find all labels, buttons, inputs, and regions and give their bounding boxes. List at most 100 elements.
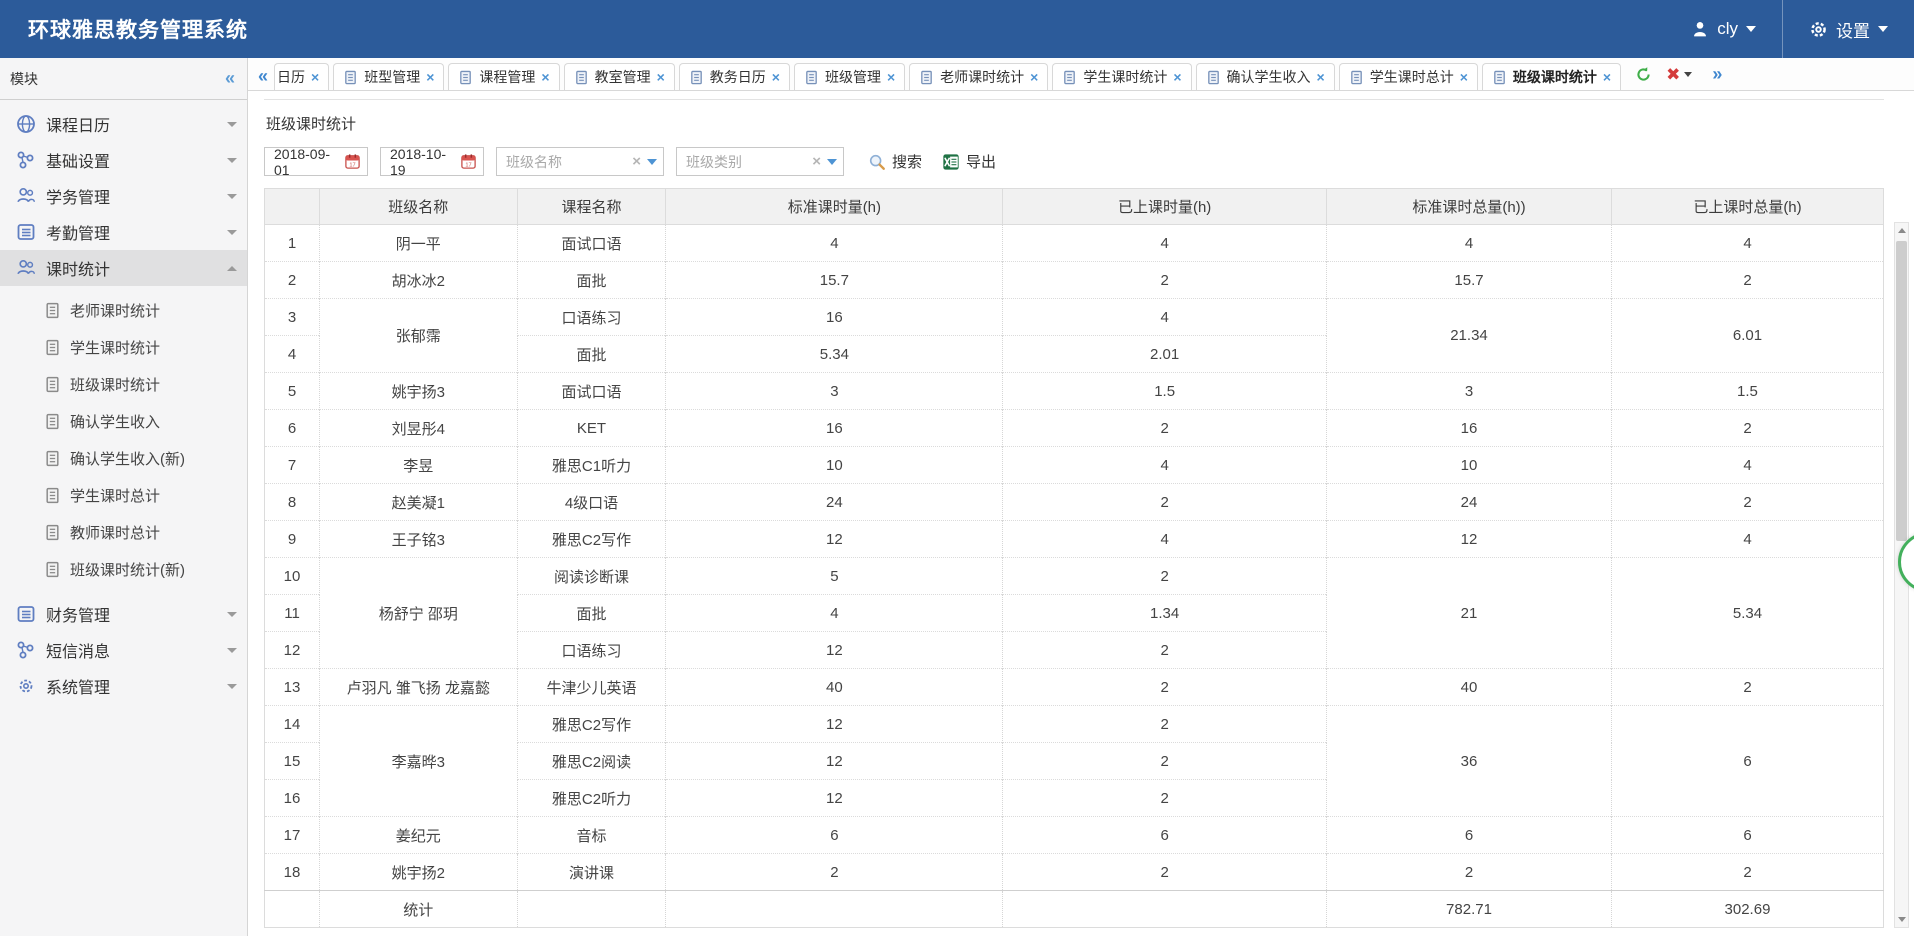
cell-done-total: 6 (1611, 706, 1883, 817)
sidebar-item-hours-statistics[interactable]: 课时统计 (0, 250, 247, 286)
sidebar-item-basic-settings[interactable]: 基础设置 (0, 142, 247, 178)
tab-academic-calendar[interactable]: 教务日历 × (679, 63, 790, 90)
tab-calendar-partial[interactable]: 日历 × (274, 63, 329, 90)
cell-std-hours: 12 (666, 743, 1003, 780)
clear-icon[interactable]: × (632, 153, 641, 170)
sidebar-item-course-calendar[interactable]: 课程日历 (0, 106, 247, 142)
user-menu[interactable]: cly (1665, 0, 1782, 58)
document-icon (1206, 70, 1221, 85)
cell-course: 4级口语 (517, 484, 666, 521)
tab-student-hours[interactable]: 学生课时统计 × (1052, 63, 1191, 90)
close-icon[interactable]: × (772, 70, 780, 84)
close-icon[interactable]: × (887, 70, 895, 84)
cell-std-total: 40 (1327, 669, 1612, 706)
close-icon[interactable]: × (1030, 70, 1038, 84)
cell-course: 雅思C1听力 (517, 447, 666, 484)
clear-icon[interactable]: × (812, 153, 821, 170)
search-label: 搜索 (892, 151, 922, 172)
cell-num: 17 (265, 817, 320, 854)
sidebar-subitem-student-hours-total[interactable]: 学生课时总计 (0, 477, 247, 514)
close-icon[interactable]: × (426, 70, 434, 84)
cell-std-hours: 16 (666, 299, 1003, 336)
sidebar-subitem-confirm-income-new[interactable]: 确认学生收入(新) (0, 440, 247, 477)
table-row: 7 李昱 雅思C1听力 10 4 10 4 (265, 447, 1884, 484)
cell-course: 面试口语 (517, 225, 666, 262)
close-icon[interactable]: × (311, 70, 319, 84)
sidebar-item-label: 课时统计 (46, 256, 110, 280)
date-from-input[interactable]: 2018-09-01 17 (264, 147, 368, 176)
close-icon[interactable]: × (1173, 70, 1181, 84)
date-to-input[interactable]: 2018-10-19 17 (380, 147, 484, 176)
refresh-icon[interactable] (1635, 66, 1652, 83)
chevron-down-icon (227, 194, 237, 199)
document-icon (919, 70, 934, 85)
close-all-tabs-button[interactable]: ✖ (1666, 66, 1692, 83)
cell-std-total: 12 (1327, 521, 1612, 558)
search-button[interactable]: 搜索 (864, 151, 926, 172)
settings-menu[interactable]: 设置 (1783, 0, 1914, 58)
close-icon[interactable]: × (1460, 70, 1468, 84)
tab-confirm-income[interactable]: 确认学生收入 × (1196, 63, 1335, 90)
cell-num: 2 (265, 262, 320, 299)
chevron-down-icon (227, 684, 237, 689)
calendar-icon[interactable]: 17 (344, 153, 361, 170)
table-row: 2 胡冰冰2 面批 15.7 2 15.7 2 (265, 262, 1884, 299)
tab-student-hours-total[interactable]: 学生课时总计 × (1339, 63, 1478, 90)
sidebar-item-system[interactable]: 系统管理 (0, 668, 247, 704)
tab-class-mgmt[interactable]: 班级管理 × (794, 63, 905, 90)
close-icon[interactable]: × (657, 70, 665, 84)
sidebar-title: 模块 (10, 69, 38, 89)
close-icon[interactable]: × (541, 70, 549, 84)
tab-course-mgmt[interactable]: 课程管理 × (448, 63, 559, 90)
chevron-down-icon[interactable] (827, 159, 837, 165)
class-type-combobox[interactable]: 班级类别 × (676, 147, 844, 176)
app-window: 环球雅思教务管理系统 cly 设置 模块 « (0, 0, 1914, 936)
sidebar: 模块 « 课程日历 基础设置 学务管理 (0, 58, 248, 936)
table-row: 1 阴一平 面试口语 4 4 4 4 (265, 225, 1884, 262)
tab-classroom-mgmt[interactable]: 教室管理 × (564, 63, 675, 90)
class-name-placeholder: 班级名称 (506, 152, 562, 172)
sidebar-submenu: 老师课时统计 学生课时统计 班级课时统计 确认学生收入 (0, 286, 247, 596)
sidebar-item-attendance[interactable]: 考勤管理 (0, 214, 247, 250)
document-icon (44, 487, 61, 504)
tab-class-type-mgmt[interactable]: 班型管理 × (333, 63, 444, 90)
sidebar-subitem-teacher-hours[interactable]: 老师课时统计 (0, 292, 247, 329)
tabs-scroll-left-button[interactable]: « (252, 66, 274, 90)
red-x-icon: ✖ (1666, 66, 1680, 83)
cell-course: 阅读诊断课 (517, 558, 666, 595)
chevron-down-icon[interactable] (647, 159, 657, 165)
export-button[interactable]: 导出 (938, 151, 1000, 172)
cell-class-name: 刘昱彤4 (320, 410, 518, 447)
tab-class-hours-active[interactable]: 班级课时统计 × (1482, 63, 1621, 90)
sidebar-item-finance[interactable]: 财务管理 (0, 596, 247, 632)
cell-std-hours: 15.7 (666, 262, 1003, 299)
sidebar-subitem-class-hours[interactable]: 班级课时统计 (0, 366, 247, 403)
sidebar-subitem-teacher-hours-total[interactable]: 教师课时总计 (0, 514, 247, 551)
cell-std-hours: 5.34 (666, 336, 1003, 373)
close-icon[interactable]: × (1603, 70, 1611, 84)
excel-icon (942, 153, 960, 171)
calendar-icon[interactable]: 17 (460, 153, 477, 170)
cell-std-hours (666, 891, 1003, 928)
sidebar-subitem-confirm-income[interactable]: 确认学生收入 (0, 403, 247, 440)
cell-std-hours: 12 (666, 780, 1003, 817)
tabs-scroll-right-button[interactable]: » (1706, 64, 1728, 85)
sidebar-collapse-button[interactable]: « (225, 68, 235, 89)
cell-class-name: 胡冰冰2 (320, 262, 518, 299)
scrollbar-thumb[interactable] (1896, 241, 1907, 541)
cell-num: 8 (265, 484, 320, 521)
scroll-up-arrow[interactable] (1895, 223, 1908, 238)
cell-done-hours: 4 (1003, 447, 1327, 484)
tab-teacher-hours[interactable]: 老师课时统计 × (909, 63, 1048, 90)
sidebar-item-sms[interactable]: 短信消息 (0, 632, 247, 668)
close-icon[interactable]: × (1317, 70, 1325, 84)
sidebar-subitem-student-hours[interactable]: 学生课时统计 (0, 329, 247, 366)
tab-bar: « 日历 × 班型管理 × 课程管理 × (248, 58, 1914, 91)
class-name-combobox[interactable]: 班级名称 × (496, 147, 664, 176)
sidebar-item-student-affairs[interactable]: 学务管理 (0, 178, 247, 214)
scroll-down-arrow[interactable] (1895, 912, 1908, 927)
tab-label: 确认学生收入 (1227, 67, 1311, 87)
cell-done-total: 2 (1611, 669, 1883, 706)
cell-course: 牛津少儿英语 (517, 669, 666, 706)
sidebar-subitem-class-hours-new[interactable]: 班级课时统计(新) (0, 551, 247, 588)
